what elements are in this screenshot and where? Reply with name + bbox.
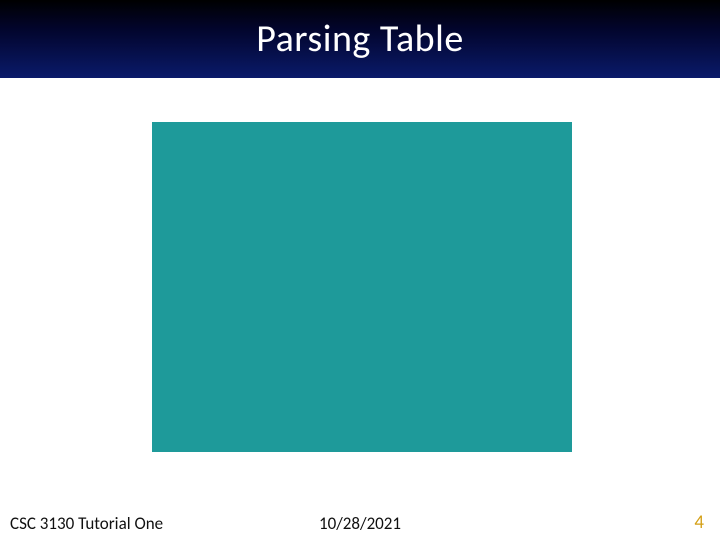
page-number: 4 [694,511,704,534]
slide-footer: CSC 3130 Tutorial One 10/28/2021 4 [0,506,720,540]
content-placeholder [152,122,572,452]
footer-left-text: CSC 3130 Tutorial One [10,513,163,534]
footer-date: 10/28/2021 [319,513,401,534]
slide-title: Parsing Table [256,16,463,62]
title-band: Parsing Table [0,0,720,78]
